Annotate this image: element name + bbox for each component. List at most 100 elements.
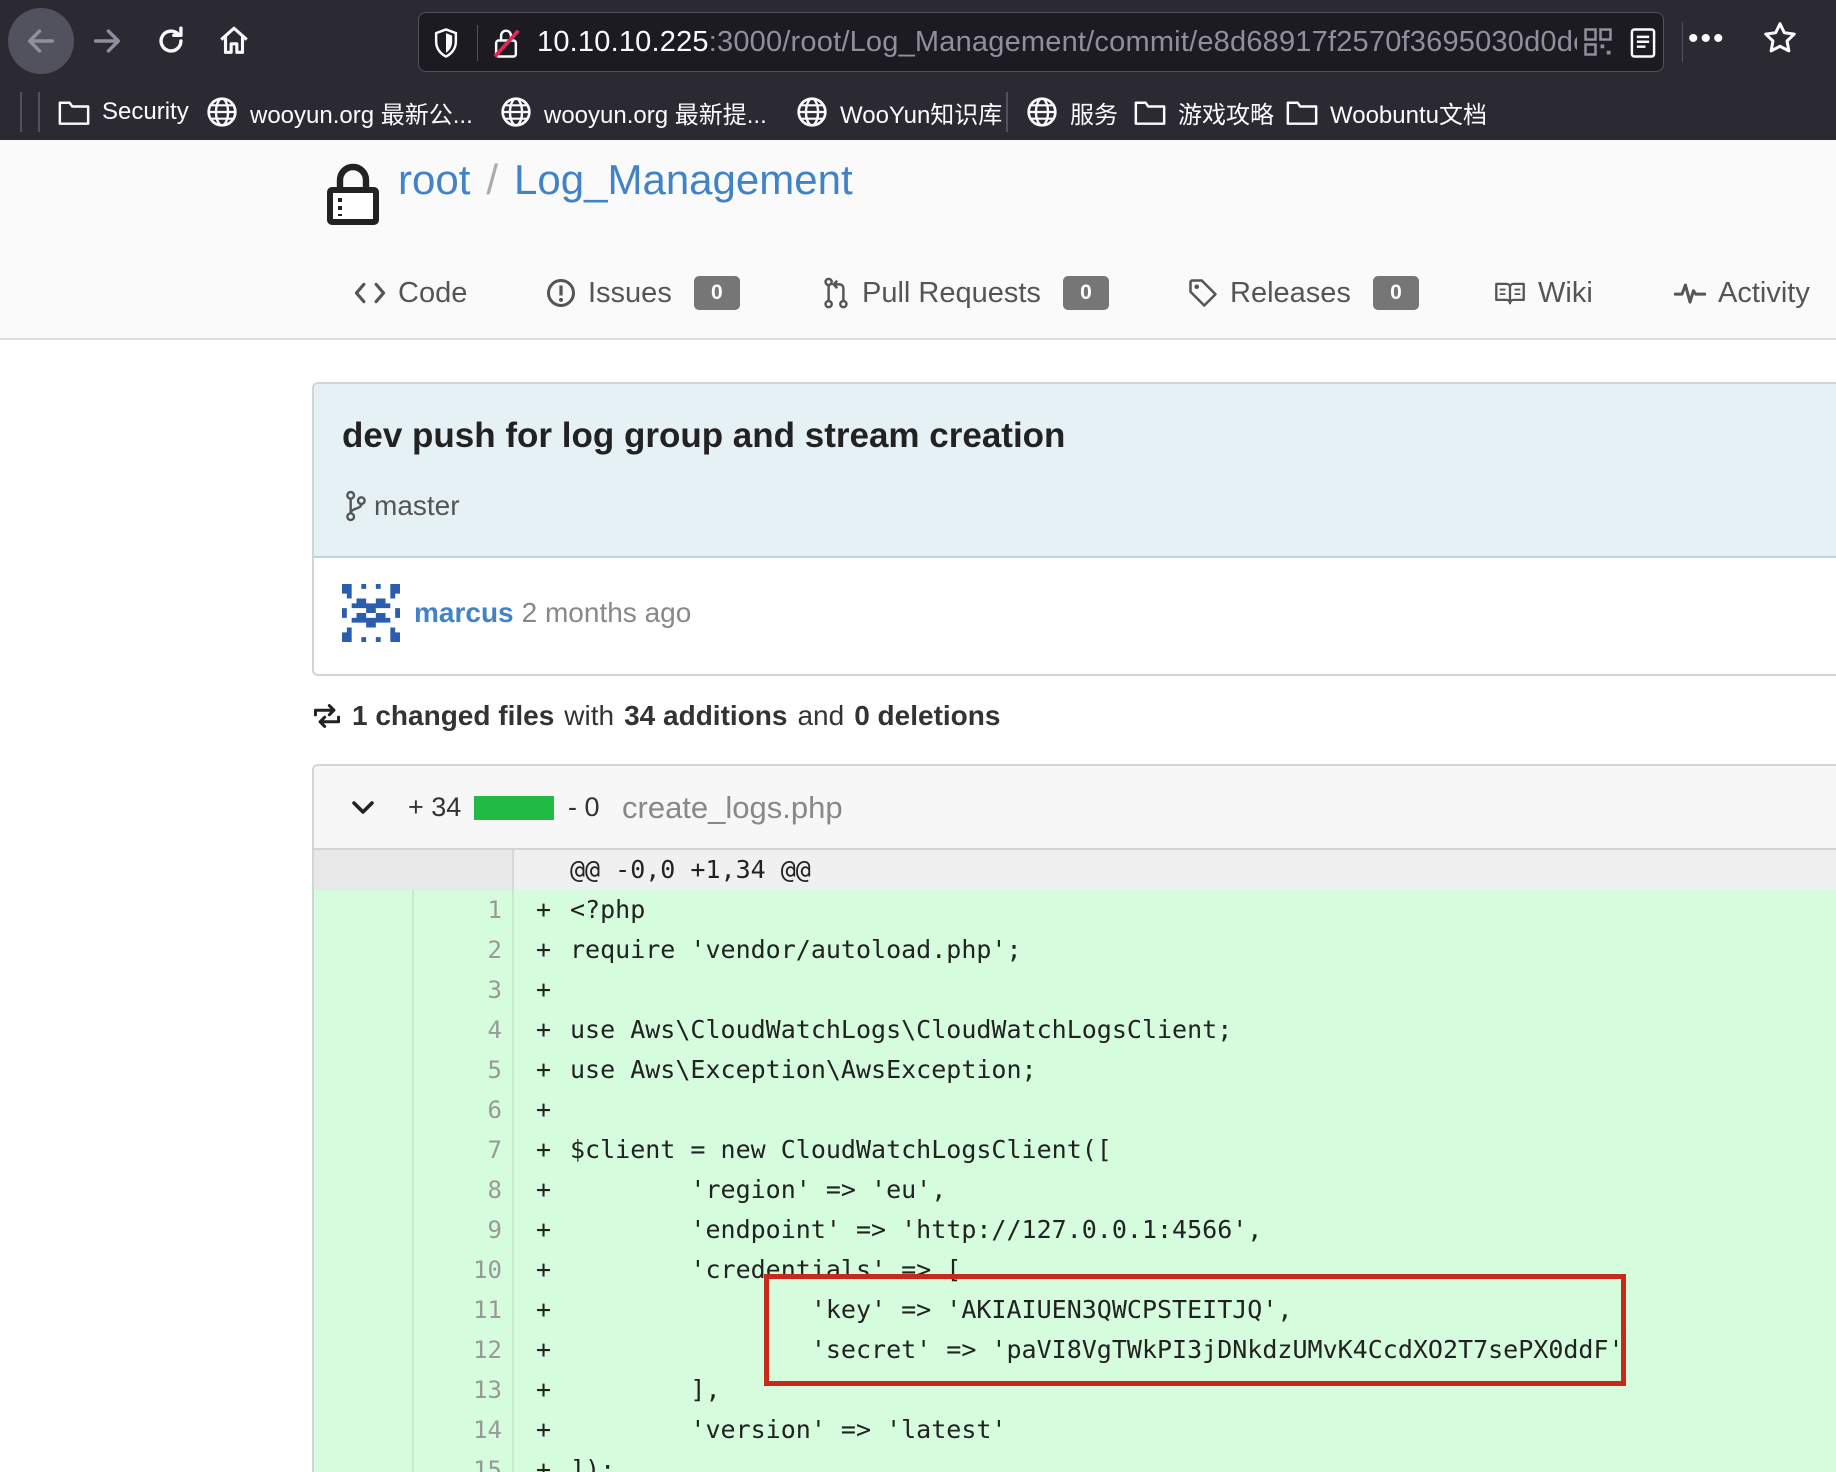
new-line-number[interactable]: 8 — [414, 1170, 514, 1210]
repo-path-separator: / — [486, 156, 499, 203]
code-text: ]); — [570, 1455, 616, 1472]
old-line-number — [314, 1130, 414, 1170]
branch-name: master — [374, 490, 460, 521]
new-line-number[interactable]: 14 — [414, 1410, 514, 1450]
new-line-number[interactable]: 4 — [414, 1010, 514, 1050]
deletions-count: 0 deletions — [854, 700, 1001, 731]
private-repo-lock-icon — [327, 163, 379, 225]
globe-icon — [207, 97, 237, 127]
new-line-number[interactable]: 2 — [414, 930, 514, 970]
more-actions-button[interactable]: ••• — [1688, 22, 1726, 56]
bookmark-game-guides[interactable]: 游戏攻略 — [1134, 92, 1274, 132]
old-line-number — [314, 1450, 414, 1472]
repo-header: root / Log_Management Code Issues 0 Pull R… — [0, 140, 1836, 340]
tab-label: Pull Requests — [862, 276, 1041, 309]
tab-activity[interactable]: Activity — [1674, 268, 1810, 318]
browser-toolbar: 10.10.10.225:3000/root/Log_Management/co… — [0, 0, 1836, 84]
hunk-gutter — [314, 850, 514, 890]
bookmark-security[interactable]: Security — [58, 92, 189, 132]
folder-icon — [1134, 101, 1166, 125]
releases-count-badge: 0 — [1372, 276, 1419, 310]
tab-issues[interactable]: Issues 0 — [546, 268, 740, 318]
bookmark-star-icon[interactable] — [1762, 20, 1798, 56]
code-line: 10 + 'credentials' => [ — [314, 1250, 1836, 1290]
added-marker: + — [536, 895, 552, 924]
new-line-number[interactable]: 6 — [414, 1090, 514, 1130]
old-line-number — [314, 1010, 414, 1050]
code-text: <?php — [570, 895, 646, 924]
tab-releases[interactable]: Releases 0 — [1188, 268, 1419, 318]
bookmark-wooyun-latest-submit[interactable]: wooyun.org 最新提... — [500, 92, 767, 132]
author-link[interactable]: marcus — [414, 597, 514, 629]
tab-code[interactable]: Code — [354, 268, 467, 318]
url-text[interactable]: 10.10.10.225:3000/root/Log_Management/co… — [537, 26, 1577, 59]
new-line-number[interactable]: 12 — [414, 1330, 514, 1370]
reload-button[interactable] — [138, 8, 204, 74]
old-line-number — [314, 1370, 414, 1410]
new-line-number[interactable]: 11 — [414, 1290, 514, 1330]
repo-name-link[interactable]: Log_Management — [514, 156, 853, 203]
bookmark-label: WooYun知识库 — [840, 101, 1003, 129]
chevron-down-icon[interactable] — [350, 798, 376, 818]
home-button[interactable] — [201, 8, 267, 74]
hunk-header: @@ -0,0 +1,34 @@ — [314, 850, 1836, 890]
arrow-right-icon — [93, 29, 121, 53]
commit-branch[interactable]: master — [344, 490, 460, 522]
pull-request-icon — [824, 277, 848, 309]
new-line-number[interactable]: 3 — [414, 970, 514, 1010]
insecure-lock-icon[interactable] — [491, 27, 521, 59]
code-line: 4 + use Aws\CloudWatchLogs\CloudWatchLogsC… — [314, 1010, 1836, 1050]
back-button[interactable] — [8, 8, 74, 74]
bookmark-wooyun-knowledge[interactable]: WooYun知识库 — [796, 92, 1002, 132]
code-line: 12 + 'secret' => 'paVI8VgTWkPI3jDNkdzUMvK… — [314, 1330, 1836, 1370]
new-line-number[interactable]: 5 — [414, 1050, 514, 1090]
sync-arrows-icon — [313, 704, 341, 728]
bookmark-label: wooyun.org 最新公... — [250, 101, 473, 129]
new-line-number[interactable]: 9 — [414, 1210, 514, 1250]
new-line-number[interactable]: 1 — [414, 890, 514, 930]
added-marker: + — [536, 935, 552, 964]
arrow-left-icon — [27, 29, 55, 53]
old-line-number — [314, 1210, 414, 1250]
added-marker: + — [536, 1255, 552, 1284]
toolbar-divider — [1682, 22, 1683, 62]
repo-owner-link[interactable]: root — [398, 156, 470, 203]
file-deletions: - 0 — [568, 792, 600, 822]
code-text: use Aws\Exception\AwsException; — [570, 1055, 1037, 1084]
additions-bar — [474, 796, 554, 820]
code-line: 14 + 'version' => 'latest' — [314, 1410, 1836, 1450]
globe-icon — [797, 97, 827, 127]
qr-code-icon[interactable] — [1583, 27, 1613, 57]
file-name[interactable]: create_logs.php — [622, 790, 843, 826]
old-line-number — [314, 890, 414, 930]
new-line-number[interactable]: 10 — [414, 1250, 514, 1290]
code-text: 'endpoint' => 'http://127.0.0.1:4566', — [570, 1215, 1263, 1244]
added-marker: + — [536, 1135, 552, 1164]
bookmark-woobuntu-docs[interactable]: Woobuntu文档 — [1286, 92, 1487, 132]
bookmarks-separator — [1006, 92, 1008, 132]
tab-label: Issues — [588, 276, 672, 309]
bookmark-wooyun-latest-public[interactable]: wooyun.org 最新公... — [206, 92, 473, 132]
bookmark-services[interactable]: 服务 — [1026, 92, 1118, 132]
new-line-number[interactable]: 15 — [414, 1450, 514, 1472]
reader-view-icon[interactable] — [1629, 27, 1657, 59]
globe-icon — [1027, 97, 1057, 127]
folder-icon — [58, 101, 90, 125]
tab-wiki[interactable]: Wiki — [1494, 268, 1593, 318]
bookmark-label: 服务 — [1070, 101, 1118, 129]
tab-pull-requests[interactable]: Pull Requests 0 — [822, 268, 1109, 318]
new-line-number[interactable]: 13 — [414, 1370, 514, 1410]
commit-box: dev push for log group and stream creati… — [312, 382, 1836, 676]
url-bar[interactable]: 10.10.10.225:3000/root/Log_Management/co… — [418, 12, 1664, 72]
added-marker: + — [536, 1375, 552, 1404]
bookmarks-separator — [20, 92, 22, 132]
pull-requests-count-badge: 0 — [1062, 276, 1109, 310]
old-line-number — [314, 1290, 414, 1330]
forward-button[interactable] — [74, 8, 140, 74]
avatar[interactable] — [342, 584, 400, 642]
code-text: 'region' => 'eu', — [570, 1175, 947, 1204]
shield-icon[interactable] — [431, 27, 461, 59]
code-line: 11 + 'key' => 'AKIAIUEN3QWCPSTEITJQ', — [314, 1290, 1836, 1330]
new-line-number[interactable]: 7 — [414, 1130, 514, 1170]
commit-time: 2 months ago — [521, 597, 692, 628]
